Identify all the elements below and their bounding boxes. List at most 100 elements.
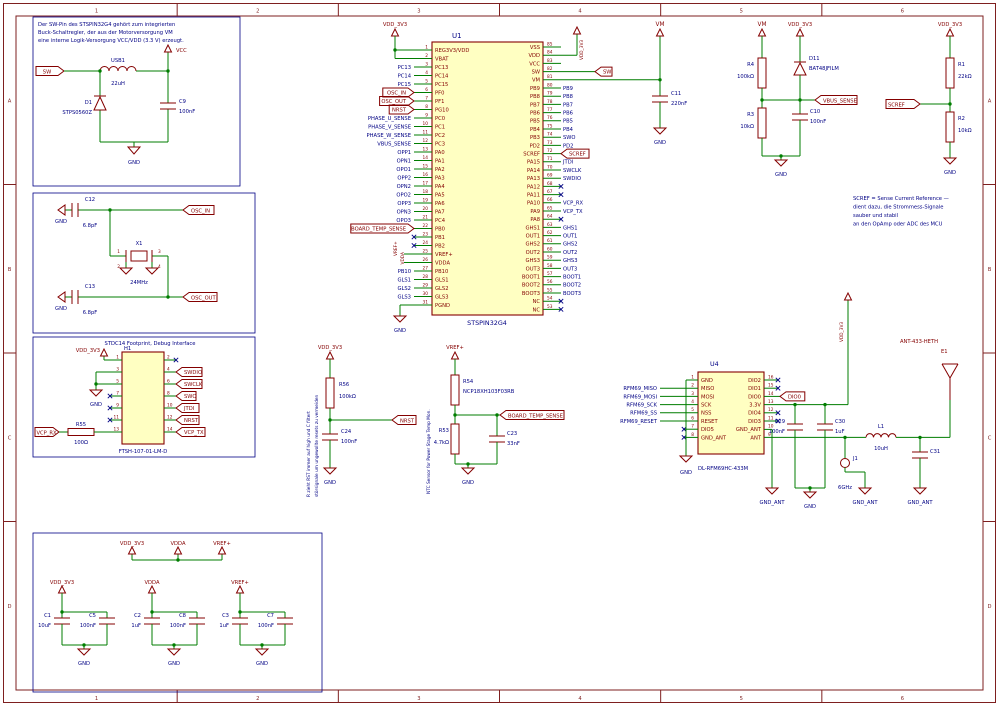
d1-ref[interactable]: D1 xyxy=(85,100,92,106)
svg-text:PA7: PA7 xyxy=(435,209,445,215)
c29-ref[interactable]: C29 xyxy=(775,419,785,425)
buck-note-line3: eine interne Logik-Versorgung VCC/VDD (3… xyxy=(38,38,184,44)
svg-text:GLS3: GLS3 xyxy=(397,294,411,300)
j1-value[interactable]: 6GHz xyxy=(838,485,852,491)
c24-ref[interactable]: C24 xyxy=(341,429,352,435)
svg-text:A: A xyxy=(988,98,992,104)
c7-value[interactable]: 100nF xyxy=(258,623,274,629)
l1-ref[interactable]: L1 xyxy=(878,424,884,430)
vdd33-label-text: VDD_3V3 xyxy=(579,40,585,60)
c2-ref[interactable]: C2 xyxy=(134,613,141,619)
x1-value[interactable]: 24MHz xyxy=(130,280,148,286)
c12-value[interactable]: 6.8pF xyxy=(83,223,98,229)
svg-text:REG3V3/VDD: REG3V3/VDD xyxy=(435,48,469,54)
svg-text:77: 77 xyxy=(547,107,553,113)
c23-value[interactable]: 33nF xyxy=(507,441,520,447)
svg-text:DIO5: DIO5 xyxy=(701,427,714,433)
svg-text:C: C xyxy=(8,435,12,441)
svg-text:28: 28 xyxy=(423,274,429,280)
c13-value[interactable]: 6.8pF xyxy=(83,310,98,316)
junction-dot xyxy=(166,295,169,298)
r2-value[interactable]: 10kΩ xyxy=(958,128,972,134)
u4-ref[interactable]: U4 xyxy=(710,360,719,368)
h1-value[interactable]: FTSH-107-01-LM-D xyxy=(119,449,168,455)
c3-value[interactable]: 1uF xyxy=(219,623,229,629)
r55-ref[interactable]: R55 xyxy=(76,422,86,428)
c11-value[interactable]: 220nF xyxy=(671,101,687,107)
svg-text:OUT2: OUT2 xyxy=(526,250,540,256)
u4-value[interactable]: DL-RFM69HC-433M xyxy=(698,466,748,472)
c2-value[interactable]: 1uF xyxy=(131,623,141,629)
r1-value[interactable]: 22kΩ xyxy=(958,74,972,80)
h1-ref[interactable]: H1 xyxy=(124,346,131,352)
c31-ref[interactable]: C31 xyxy=(930,449,940,455)
svg-text:PB5: PB5 xyxy=(563,119,573,125)
gnd-ant-label-text: GND_ANT xyxy=(759,500,785,506)
c7-ref[interactable]: C7 xyxy=(267,613,274,619)
c9-value[interactable]: 100nF xyxy=(179,109,195,115)
d11-ref[interactable]: D11 xyxy=(809,56,820,62)
d11-value[interactable]: BAT48JFILM xyxy=(809,66,839,72)
r54-value[interactable]: NCP18XH103F03RB xyxy=(463,389,515,395)
svg-text:PGND: PGND xyxy=(435,303,450,309)
r53-ref[interactable]: R53 xyxy=(439,428,449,434)
c3-ref[interactable]: C3 xyxy=(222,613,229,619)
c30-ref[interactable]: C30 xyxy=(835,419,845,425)
e1-value[interactable]: ANT-433-HETH xyxy=(900,339,938,345)
gnd-label-text: GND xyxy=(775,172,787,178)
svg-text:DIO0: DIO0 xyxy=(788,394,801,400)
usb1-ref[interactable]: USB1 xyxy=(111,58,125,64)
svg-text:84: 84 xyxy=(547,50,553,56)
c8-value[interactable]: 100nF xyxy=(170,623,186,629)
l1-value[interactable]: 10uH xyxy=(874,446,888,452)
svg-text:9: 9 xyxy=(425,112,428,118)
r2-ref[interactable]: R2 xyxy=(958,116,965,122)
svg-text:MISO: MISO xyxy=(701,386,714,392)
c9-ref[interactable]: C9 xyxy=(179,99,186,105)
c13-ref[interactable]: C13 xyxy=(85,284,95,290)
c5-ref[interactable]: C5 xyxy=(89,613,96,619)
c10-ref[interactable]: C10 xyxy=(810,109,820,115)
svg-text:RFM69_SCK: RFM69_SCK xyxy=(626,403,657,409)
c1-value[interactable]: 10uF xyxy=(38,623,51,629)
svg-text:7: 7 xyxy=(691,424,694,430)
svg-text:BOOT3: BOOT3 xyxy=(522,291,540,297)
svg-text:DIO1: DIO1 xyxy=(748,386,761,392)
svg-text:PB2: PB2 xyxy=(435,243,445,249)
svg-text:PC13: PC13 xyxy=(435,65,448,71)
gnd-label-text: GND xyxy=(680,470,692,476)
c23-ref[interactable]: C23 xyxy=(507,431,517,437)
r56-ref[interactable]: R56 xyxy=(339,382,349,388)
r4-value[interactable]: 100kΩ xyxy=(737,74,754,80)
d1-value[interactable]: STPS0560Z xyxy=(62,110,92,116)
svg-text:GLS2: GLS2 xyxy=(397,286,411,292)
u1-value[interactable]: STSPIN32G4 xyxy=(467,319,507,327)
u1-ref[interactable]: U1 xyxy=(452,32,462,40)
c11-ref[interactable]: C11 xyxy=(671,91,681,97)
svg-text:16: 16 xyxy=(423,172,429,178)
usb1-value[interactable]: 22uH xyxy=(111,81,125,87)
j1-ref[interactable]: J1 xyxy=(852,456,858,462)
r56-value[interactable]: 100kΩ xyxy=(339,394,356,400)
x1-ref[interactable]: X1 xyxy=(136,241,143,247)
r3-ref[interactable]: R3 xyxy=(747,112,754,118)
scref-note-line1: SCREF = Sense Current Reference — xyxy=(853,196,949,202)
svg-text:OSC_IN: OSC_IN xyxy=(387,91,406,97)
r54-ref[interactable]: R54 xyxy=(463,379,474,385)
vrefp-label-text: VREF+ xyxy=(213,541,231,547)
c30-value[interactable]: 1uF xyxy=(835,429,845,435)
r53-value[interactable]: 4.7kΩ xyxy=(434,440,449,446)
r4-ref[interactable]: R4 xyxy=(747,62,755,68)
r1-ref[interactable]: R1 xyxy=(958,62,965,68)
c1-ref[interactable]: C1 xyxy=(44,613,51,619)
c5-value[interactable]: 100nF xyxy=(80,623,96,629)
e1-ref[interactable]: E1 xyxy=(941,349,948,355)
buck-note-line1: Der SW-Pin des STSPIN32G4 gehört zum int… xyxy=(38,22,175,28)
r3-value[interactable]: 10kΩ xyxy=(740,124,754,130)
c8-ref[interactable]: C8 xyxy=(179,613,186,619)
svg-text:ANT: ANT xyxy=(750,435,761,441)
c10-value[interactable]: 100nF xyxy=(810,119,826,125)
c12-ref[interactable]: C12 xyxy=(85,197,95,203)
c24-value[interactable]: 100nF xyxy=(341,439,357,445)
r55-value[interactable]: 100Ω xyxy=(74,440,88,446)
